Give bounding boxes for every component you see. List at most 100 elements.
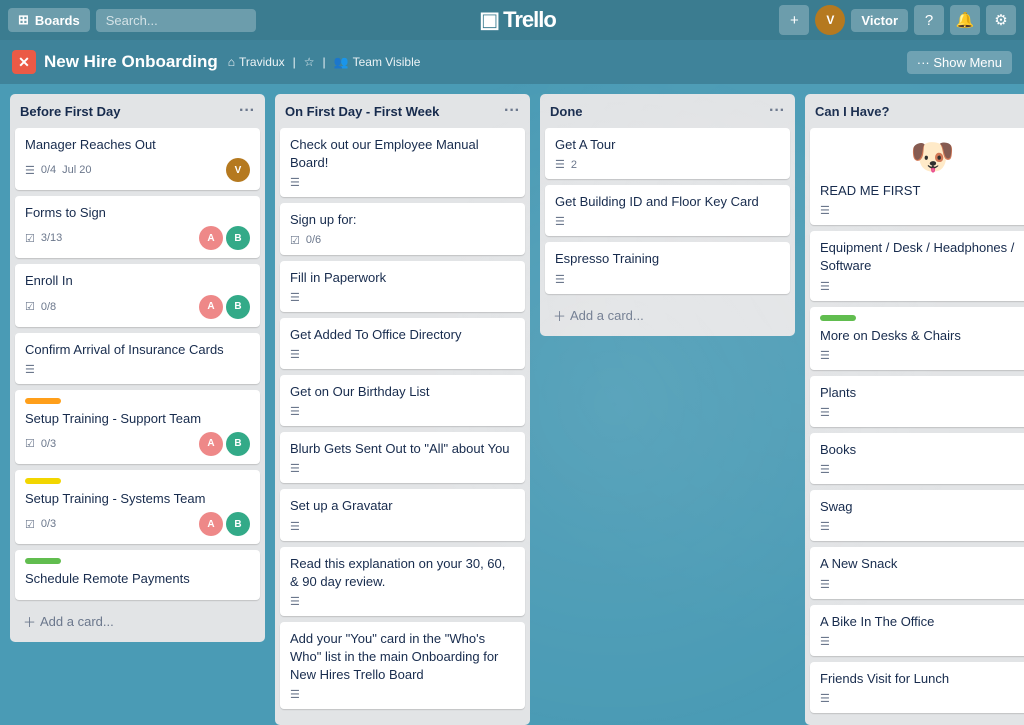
list-title: Before First Day	[20, 104, 120, 119]
card-bike-office[interactable]: A Bike In The Office ☰	[810, 605, 1024, 656]
notifications-button[interactable]: 🔔	[950, 5, 980, 35]
card-label	[25, 478, 61, 484]
card-meta: ☰	[25, 363, 250, 376]
add-card-label: Add a card...	[570, 308, 644, 323]
card-title: Friends Visit for Lunch	[820, 670, 1024, 688]
card-meta: ☰	[820, 635, 1024, 648]
card-blurb-sent[interactable]: Blurb Gets Sent Out to "All" about You☰	[280, 432, 525, 483]
add-card-can-i-have[interactable]: ＋ Add a card...	[810, 719, 1024, 725]
card-read-me-first[interactable]: 🐶READ ME FIRST☰	[810, 128, 1024, 225]
boards-button[interactable]: ⊞ Boards	[8, 8, 90, 32]
card-meta-item-0: ☰	[820, 520, 830, 533]
card-meta: ☰	[290, 595, 515, 608]
list-can-i-have: Can I Have?···🐶READ ME FIRST☰Equipment /…	[805, 94, 1024, 725]
list-menu-button[interactable]: ···	[769, 102, 785, 120]
card-schedule-remote-payments[interactable]: Schedule Remote Payments	[15, 550, 260, 600]
trello-logo-text: Trello	[503, 7, 556, 33]
card-plants[interactable]: Plants ☰	[810, 376, 1024, 427]
card-forms-to-sign[interactable]: Forms to Sign☑3/13AB	[15, 196, 260, 258]
card-title: Get Added To Office Directory	[290, 326, 515, 344]
list-header-can-i-have: Can I Have?···	[805, 94, 1024, 128]
card-equipment[interactable]: Equipment / Desk / Headphones / Software…	[810, 231, 1024, 300]
card-meta: ☰	[290, 348, 515, 361]
card-new-snack[interactable]: A New Snack☰	[810, 547, 1024, 598]
card-title: Get Building ID and Floor Key Card	[555, 193, 780, 211]
list-title: On First Day - First Week	[285, 104, 439, 119]
show-menu-button[interactable]: ··· Show Menu	[907, 51, 1012, 74]
card-whos-who[interactable]: Add your "You" card in the "Who's Who" l…	[280, 622, 525, 710]
card-meta-item-1: 0/3	[41, 438, 56, 450]
show-menu-label: Show Menu	[933, 55, 1002, 70]
card-espresso-training[interactable]: Espresso Training☰	[545, 242, 790, 293]
card-meta-item-0: ☰	[290, 348, 300, 361]
card-title: Equipment / Desk / Headphones / Software	[820, 239, 1024, 275]
card-enroll-in[interactable]: Enroll In ☑0/8AB	[15, 264, 260, 326]
board-icon: ✕	[12, 50, 36, 74]
add-card-done[interactable]: ＋ Add a card...	[545, 300, 790, 331]
card-more-desks-chairs[interactable]: More on Desks & Chairs ☰	[810, 307, 1024, 370]
card-title: Sign up for:	[290, 211, 515, 229]
card-building-id[interactable]: Get Building ID and Floor Key Card ☰	[545, 185, 790, 236]
card-title: More on Desks & Chairs	[820, 327, 1024, 345]
card-review-explanation[interactable]: Read this explanation on your 30, 60, & …	[280, 547, 525, 616]
card-meta-item-0: ☰	[555, 215, 565, 228]
card-setup-training-systems[interactable]: Setup Training - Systems Team☑0/3AB	[15, 470, 260, 544]
avatar-pink: A	[199, 512, 223, 536]
card-title: Read this explanation on your 30, 60, & …	[290, 555, 515, 591]
visibility-button[interactable]: 👥 Team Visible	[334, 55, 421, 69]
card-title: Plants	[820, 384, 1024, 402]
card-swag[interactable]: Swag ☰	[810, 490, 1024, 541]
card-title: Swag	[820, 498, 1024, 516]
card-meta-item-1: 0/3	[41, 518, 56, 530]
card-label	[820, 315, 856, 321]
card-confirm-arrival[interactable]: Confirm Arrival of Insurance Cards☰	[15, 333, 260, 384]
search-input[interactable]	[96, 9, 256, 32]
ellipsis-icon: ···	[917, 55, 934, 70]
card-books[interactable]: Books☰	[810, 433, 1024, 484]
avatar[interactable]: V	[815, 5, 845, 35]
card-setup-training-support[interactable]: Setup Training - Support Team☑0/3AB	[15, 390, 260, 464]
card-manager-reaches-out[interactable]: Manager Reaches Out☰0/4Jul 20V	[15, 128, 260, 190]
card-sign-up-for[interactable]: Sign up for:☑0/6	[280, 203, 525, 254]
card-title: A Bike In The Office	[820, 613, 1024, 631]
divider: |	[323, 55, 326, 69]
card-title: A New Snack	[820, 555, 1024, 573]
card-meta: ☰	[820, 349, 1024, 362]
card-fill-paperwork[interactable]: Fill in Paperwork☰	[280, 261, 525, 312]
card-meta-item-0: ☰	[290, 405, 300, 418]
card-meta-item-0: ☰	[25, 164, 35, 177]
user-menu[interactable]: Victor	[851, 9, 908, 32]
card-employee-manual[interactable]: Check out our Employee Manual Board!☰	[280, 128, 525, 197]
settings-button[interactable]: ⚙	[986, 5, 1016, 35]
card-title: Enroll In	[25, 272, 250, 290]
card-gravatar[interactable]: Set up a Gravatar☰	[280, 489, 525, 540]
card-friends-lunch[interactable]: Friends Visit for Lunch☰	[810, 662, 1024, 713]
card-meta: ☰	[290, 405, 515, 418]
workspace-link[interactable]: ⌂ Travidux	[228, 55, 285, 69]
dog-mascot: 🐶	[820, 136, 1024, 178]
avatar-teal: B	[226, 295, 250, 319]
card-meta: ☰	[820, 406, 1024, 419]
card-birthday-list[interactable]: Get on Our Birthday List☰	[280, 375, 525, 426]
card-get-tour[interactable]: Get A Tour☰2	[545, 128, 790, 179]
home-icon: ⌂	[228, 55, 235, 69]
card-meta-item-0: ☰	[820, 204, 830, 217]
card-office-directory[interactable]: Get Added To Office Directory ☰	[280, 318, 525, 369]
card-meta-item-0: ☰	[290, 520, 300, 533]
add-card-on-first-day[interactable]: ＋ Add a card...	[280, 715, 525, 725]
card-meta-item-0: ☰	[555, 273, 565, 286]
card-meta: ☰	[290, 688, 515, 701]
star-button[interactable]: ☆	[304, 55, 315, 69]
add-button[interactable]: +	[779, 5, 809, 35]
help-button[interactable]: ?	[914, 5, 944, 35]
card-meta: ☰	[290, 176, 515, 189]
card-meta: ☑0/8AB	[25, 295, 250, 319]
avatar-pink: A	[199, 295, 223, 319]
list-on-first-day: On First Day - First Week ··· Check out ou…	[275, 94, 530, 725]
board-header-right: ··· Show Menu	[907, 51, 1012, 74]
list-menu-button[interactable]: ···	[504, 102, 520, 120]
card-title: Schedule Remote Payments	[25, 570, 250, 588]
list-menu-button[interactable]: ···	[239, 102, 255, 120]
card-meta: ☰	[820, 520, 1024, 533]
add-card-before-first-day[interactable]: ＋ Add a card...	[15, 606, 260, 637]
